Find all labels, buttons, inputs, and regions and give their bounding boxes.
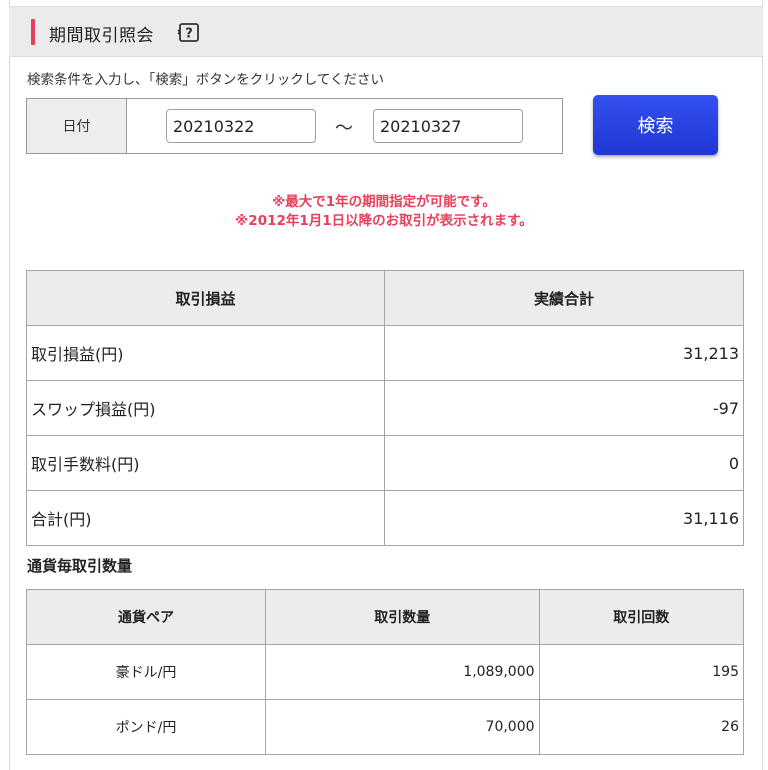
title-accent-bar	[31, 19, 35, 45]
table-header-row: 通貨ペア 取引数量 取引回数	[26, 589, 745, 645]
table-row: 取引損益(円) 31,213	[26, 325, 744, 381]
row-label: 合計(円)	[26, 490, 385, 546]
column-header-item: 取引損益	[26, 270, 385, 326]
table-row: スワップ損益(円) -97	[26, 380, 744, 436]
svg-text:?: ?	[185, 27, 193, 42]
trade-count: 195	[538, 644, 745, 700]
notice-line-period: ※最大で1年の期間指定が可能です。	[272, 194, 496, 210]
column-header-total: 実績合計	[384, 270, 744, 326]
title-bar: 期間取引照会 ?	[9, 6, 763, 57]
section-heading: 通貨毎取引数量	[27, 557, 133, 575]
page-title: 期間取引照会	[49, 26, 154, 46]
notice-line-date: ※2012年1月1日以降のお取引が表示されます。	[235, 213, 533, 229]
date-label: 日付	[27, 99, 127, 153]
table-row: 豪ドル/円 1,089,000 195	[26, 644, 745, 700]
date-filter-box: 日付 ～	[26, 98, 563, 154]
date-from-input[interactable]	[166, 109, 316, 143]
search-instruction: 検索条件を入力し、「検索」ボタンをクリックしてください	[27, 72, 384, 88]
table-row: 合計(円) 31,116	[26, 490, 744, 546]
column-header-quantity: 取引数量	[265, 589, 540, 645]
column-header-pair: 通貨ペア	[26, 589, 266, 645]
row-label: 取引手数料(円)	[26, 435, 385, 491]
trade-quantity: 70,000	[265, 699, 540, 755]
date-to-input[interactable]	[373, 109, 523, 143]
notice-text: ※最大で1年の期間指定が可能です。 ※2012年1月1日以降のお取引が表示されま…	[0, 193, 768, 231]
currency-pair: ポンド/円	[26, 699, 266, 755]
currency-volume-table: 通貨ペア 取引数量 取引回数 豪ドル/円 1,089,000 195 ポンド/円…	[26, 589, 745, 755]
table-row: 取引手数料(円) 0	[26, 435, 744, 491]
date-range-separator: ～	[335, 118, 353, 139]
question-mark-icon[interactable]: ?	[177, 22, 201, 44]
table-header-row: 取引損益 実績合計	[26, 270, 744, 326]
row-value: 0	[384, 435, 744, 491]
row-value: -97	[384, 380, 744, 436]
trade-count: 26	[538, 699, 745, 755]
profit-loss-table: 取引損益 実績合計 取引損益(円) 31,213 スワップ損益(円) -97 取…	[26, 270, 744, 546]
row-label: 取引損益(円)	[26, 325, 385, 381]
search-button[interactable]: 検索	[593, 95, 718, 155]
currency-pair: 豪ドル/円	[26, 644, 266, 700]
table-row: ポンド/円 70,000 26	[26, 699, 745, 755]
row-label: スワップ損益(円)	[26, 380, 385, 436]
column-header-count: 取引回数	[538, 589, 745, 645]
trade-quantity: 1,089,000	[265, 644, 540, 700]
row-value: 31,213	[384, 325, 744, 381]
row-value: 31,116	[384, 490, 744, 546]
